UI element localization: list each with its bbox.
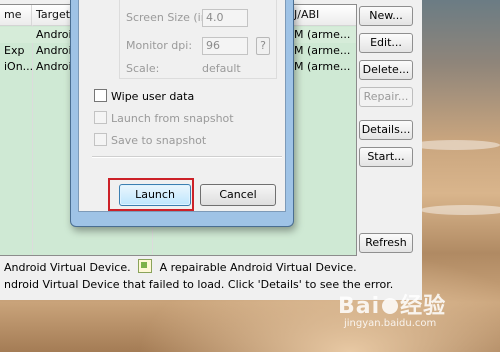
details-button[interactable]: Details... xyxy=(359,120,413,140)
column-header-name[interactable]: me xyxy=(0,5,32,25)
column-header-abi[interactable]: J/ABI xyxy=(290,5,356,25)
avd-abi-cell: M (arme... xyxy=(294,28,351,41)
avd-name-cell: iOn... xyxy=(4,60,32,73)
cancel-button[interactable]: Cancel xyxy=(200,184,276,206)
launch-from-snapshot-label: Launch from snapshot xyxy=(111,112,234,125)
wave-foam xyxy=(420,205,500,215)
wipe-user-data-label: Wipe user data xyxy=(111,90,195,103)
scale-value: default xyxy=(202,62,241,75)
wave-foam xyxy=(410,140,500,150)
save-to-snapshot-checkbox[interactable]: Save to snapshot xyxy=(94,133,206,149)
checkbox-box[interactable] xyxy=(94,89,107,102)
dpi-help-button[interactable]: ? xyxy=(256,37,270,55)
baidu-paw-icon xyxy=(382,298,399,314)
checkbox-box[interactable] xyxy=(94,133,107,146)
scale-display-group: Screen Size (in): 4.0 Monitor dpi: 96 ? … xyxy=(119,0,277,79)
launch-from-snapshot-checkbox[interactable]: Launch from snapshot xyxy=(94,111,234,127)
launch-highlight-annotation xyxy=(108,178,194,211)
legend-repairable-text: A repairable Android Virtual Device. xyxy=(159,261,357,274)
checkbox-box[interactable] xyxy=(94,111,107,124)
repairable-avd-icon xyxy=(138,259,153,273)
delete-button[interactable]: Delete... xyxy=(359,60,413,80)
legend-line: Android Virtual Device. A repairable And… xyxy=(4,259,357,275)
repair-button[interactable]: Repair... xyxy=(359,87,413,107)
avd-name-cell xyxy=(0,27,32,43)
watermark-url: jingyan.baidu.com xyxy=(344,318,437,329)
edit-button[interactable]: Edit... xyxy=(359,33,413,53)
monitor-dpi-label: Monitor dpi: xyxy=(126,39,193,52)
avd-abi-cell: M (arme... xyxy=(294,44,351,57)
wipe-user-data-checkbox[interactable]: Wipe user data xyxy=(94,89,194,105)
legend-valid-text: Android Virtual Device. xyxy=(4,261,131,274)
start-button[interactable]: Start... xyxy=(359,147,413,167)
watermark-brand: Bai 经验 xyxy=(338,288,446,320)
watermark-brand-left: Bai xyxy=(338,294,381,319)
avd-name-cell: Exp xyxy=(4,44,25,57)
save-to-snapshot-label: Save to snapshot xyxy=(111,134,207,147)
dialog-divider xyxy=(92,156,282,158)
refresh-button[interactable]: Refresh xyxy=(359,233,413,253)
new-button[interactable]: New... xyxy=(359,6,413,26)
screen-size-field[interactable]: 4.0 xyxy=(202,9,248,27)
monitor-dpi-field[interactable]: 96 xyxy=(202,37,248,55)
watermark-brand-right: 经验 xyxy=(400,294,447,319)
scale-label: Scale: xyxy=(126,62,160,75)
baidu-watermark: Bai 经验 jingyan.baidu.com xyxy=(330,288,500,348)
avd-abi-cell: M (arme... xyxy=(294,60,351,73)
